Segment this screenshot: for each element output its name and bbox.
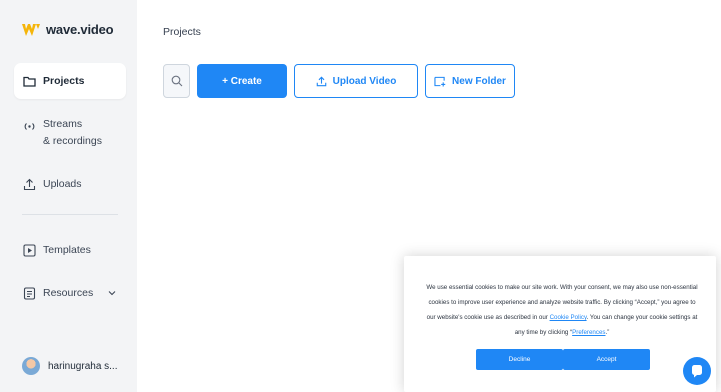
decline-button[interactable]: Decline [476,349,563,370]
chevron-down-icon[interactable] [108,287,116,299]
upload-video-button[interactable]: Upload Video [294,64,418,98]
toolbar: + Create Upload Video New Folder [163,64,515,98]
app-logo[interactable]: wave.video [22,22,114,37]
chat-icon [692,365,702,378]
user-profile[interactable]: harinugraha s... [22,357,118,375]
sidebar-item-label: Projects [43,75,85,87]
decline-label: Decline [508,356,531,363]
sidebar-item-resources[interactable]: Resources [14,286,126,300]
folder-icon [22,74,36,88]
new-folder-label: New Folder [452,75,506,87]
upload-icon [316,75,326,86]
sidebar-item-streams[interactable]: Streams & recordings [14,118,126,150]
cookie-policy-link[interactable]: Cookie Policy [550,314,587,321]
app-name: wave.video [46,22,114,37]
create-button-label: + Create [222,75,262,87]
sidebar-item-label: Streams & recordings [43,118,102,147]
new-folder-icon [434,76,446,87]
wave-logo-icon [22,23,40,36]
chat-button[interactable] [683,357,711,385]
new-folder-button[interactable]: New Folder [425,64,515,98]
sidebar-item-label: Templates [43,244,91,256]
upload-video-label: Upload Video [332,75,397,87]
sidebar-item-templates[interactable]: Templates [14,243,126,257]
sidebar-item-label: Uploads [43,178,82,190]
avatar [22,357,40,375]
user-name: harinugraha s... [48,360,118,372]
search-icon [171,75,182,87]
sidebar-item-projects[interactable]: Projects [14,63,126,99]
search-button[interactable] [163,64,190,98]
create-button[interactable]: + Create [197,64,287,98]
resources-icon [22,286,36,300]
template-icon [22,243,36,257]
breadcrumb: Projects [163,26,201,38]
sidebar: wave.video Projects Streams & recordings… [0,0,137,392]
sidebar-divider [22,214,118,215]
sidebar-item-uploads[interactable]: Uploads [14,177,126,191]
accept-button[interactable]: Accept [563,349,650,370]
accept-label: Accept [596,356,617,363]
cookie-banner: We use essential cookies to make our sit… [404,256,716,392]
upload-icon [22,177,36,191]
broadcast-icon [22,119,36,133]
preferences-link[interactable]: Preferences [572,329,605,336]
cookie-text-part-3: .” [605,329,610,336]
sidebar-item-label: Resources [43,287,94,299]
cookie-message: We use essential cookies to make our sit… [424,280,700,340]
